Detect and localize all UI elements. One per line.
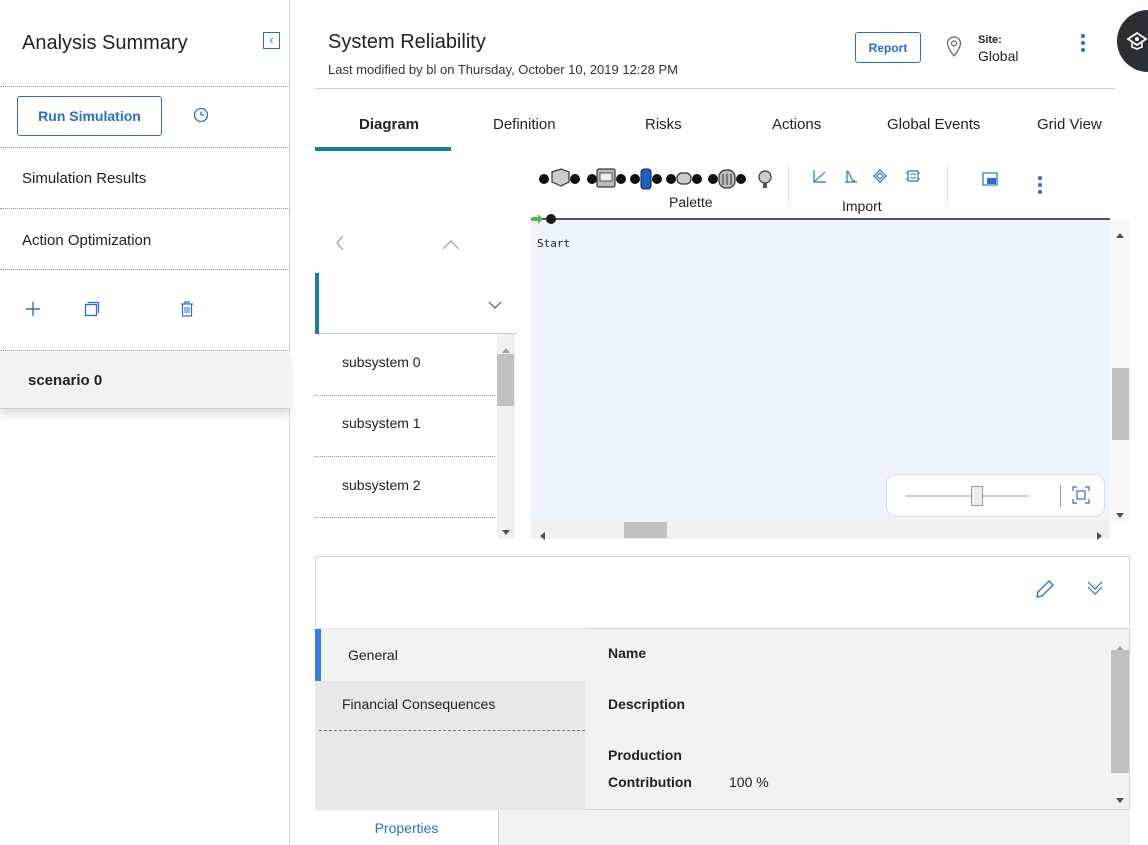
analysis-sidebar: Analysis Summary ‹ Run Simulation Simula…: [0, 0, 290, 845]
zoom-control: [886, 474, 1105, 517]
scroll-thumb[interactable]: [624, 522, 667, 538]
name-field-label: Name: [608, 645, 647, 661]
properties-scrollbar[interactable]: [1111, 630, 1129, 808]
palette-label: Palette: [669, 194, 713, 210]
scroll-thumb[interactable]: [1112, 368, 1129, 440]
tab-diagram[interactable]: Diagram: [359, 116, 419, 133]
sidebar-item-simulation-results[interactable]: Simulation Results: [22, 170, 146, 187]
properties-header: [315, 556, 1130, 626]
last-modified-text: Last modified by bl on Thursday, October…: [328, 62, 679, 77]
tab-definition[interactable]: Definition: [493, 116, 556, 133]
site-value[interactable]: Global: [978, 48, 1018, 64]
tab-global-events[interactable]: Global Events: [887, 116, 980, 133]
tab-properties[interactable]: Properties: [315, 810, 499, 845]
toolbar-divider: [788, 166, 789, 206]
import-label[interactable]: Import: [842, 198, 882, 214]
assistant-launcher-icon[interactable]: [1117, 10, 1148, 72]
production-field-label: Production: [608, 747, 682, 763]
list-item[interactable]: subsystem 1: [342, 415, 421, 431]
divider: [315, 456, 495, 457]
nav-general-label[interactable]: General: [348, 647, 398, 663]
nav-divider: [319, 730, 585, 731]
contribution-value: 100 %: [729, 774, 769, 790]
zoom-divider: [1060, 485, 1061, 507]
scroll-thumb[interactable]: [497, 354, 514, 406]
start-node-label: Start: [537, 237, 571, 250]
subsystem-list: subsystem 0 subsystem 1 subsystem 2: [315, 334, 517, 539]
zoom-slider-handle[interactable]: [971, 486, 983, 506]
fit-to-screen-icon[interactable]: [1072, 486, 1090, 509]
scenario-item[interactable]: scenario 0: [0, 352, 290, 409]
toolbar-divider: [947, 166, 948, 206]
tab-grid-view[interactable]: Grid View: [1037, 116, 1102, 133]
divider: [0, 86, 290, 87]
description-field-label: Description: [608, 696, 686, 712]
chevron-down-icon[interactable]: [487, 297, 503, 315]
report-button[interactable]: Report: [855, 32, 921, 63]
active-tab-indicator: [315, 147, 451, 151]
list-item[interactable]: subsystem 2: [342, 477, 421, 493]
subsystem-scrollbar[interactable]: [497, 334, 515, 539]
divider: [0, 147, 290, 148]
canvas-horizontal-scrollbar[interactable]: [531, 521, 1110, 540]
chevron-up-icon[interactable]: [441, 238, 461, 256]
collapse-sidebar-icon[interactable]: ‹: [263, 32, 280, 49]
site-label: Site:: [978, 34, 1002, 46]
subsystem-dropdown[interactable]: [315, 273, 517, 334]
divider: [0, 350, 290, 351]
canvas-vertical-scrollbar[interactable]: [1111, 218, 1130, 521]
run-simulation-button[interactable]: Run Simulation: [17, 96, 162, 136]
scroll-down-icon[interactable]: [502, 522, 510, 540]
zoom-slider-track[interactable]: [905, 495, 1029, 497]
divider: [0, 208, 290, 209]
chevron-left-icon[interactable]: [335, 234, 345, 257]
scenario-actions: [0, 270, 290, 350]
scenario-label: scenario 0: [28, 372, 103, 389]
scroll-right-icon[interactable]: [1097, 527, 1102, 545]
scroll-left-icon[interactable]: [540, 527, 545, 545]
sidebar-item-action-optimization[interactable]: Action Optimization: [22, 232, 151, 249]
tab-risks[interactable]: Risks: [645, 116, 682, 133]
divider: [315, 395, 495, 396]
dropdown-accent: [315, 273, 319, 334]
divider: [315, 517, 495, 518]
toolbar-more-icon[interactable]: [1037, 176, 1043, 197]
overview-panel-icon[interactable]: [982, 172, 998, 191]
location-pin-icon: [946, 36, 962, 63]
cube-icon[interactable]: [872, 168, 888, 189]
header-divider: [315, 88, 1115, 89]
edit-pencil-icon[interactable]: [1035, 579, 1055, 604]
distribution-icon[interactable]: [843, 168, 859, 189]
page-title: System Reliability: [328, 31, 486, 53]
header-more-icon[interactable]: [1080, 34, 1086, 55]
add-icon[interactable]: [24, 300, 42, 323]
list-item[interactable]: subsystem 0: [342, 354, 421, 370]
subsystem-nav: [315, 218, 517, 273]
delete-icon[interactable]: [179, 300, 195, 323]
sidebar-title: Analysis Summary: [22, 32, 188, 54]
scroll-down-icon[interactable]: [1116, 505, 1124, 523]
structure-icon[interactable]: [905, 168, 921, 189]
nav-financial-consequences-label[interactable]: Financial Consequences: [342, 696, 495, 712]
start-node-icon[interactable]: [532, 213, 560, 232]
chart-axis-icon[interactable]: [812, 168, 828, 189]
collapse-panel-icon[interactable]: [1086, 579, 1104, 602]
nav-active-indicator: [315, 629, 321, 681]
contribution-field-label: Contribution: [608, 774, 692, 790]
scroll-down-icon[interactable]: [1116, 790, 1124, 808]
copy-icon[interactable]: [82, 300, 100, 323]
scroll-up-icon[interactable]: [1116, 225, 1124, 243]
palette-icons[interactable]: [537, 168, 775, 195]
history-clock-icon[interactable]: [193, 107, 209, 128]
scroll-thumb[interactable]: [1111, 650, 1129, 773]
tab-actions[interactable]: Actions: [772, 116, 821, 133]
